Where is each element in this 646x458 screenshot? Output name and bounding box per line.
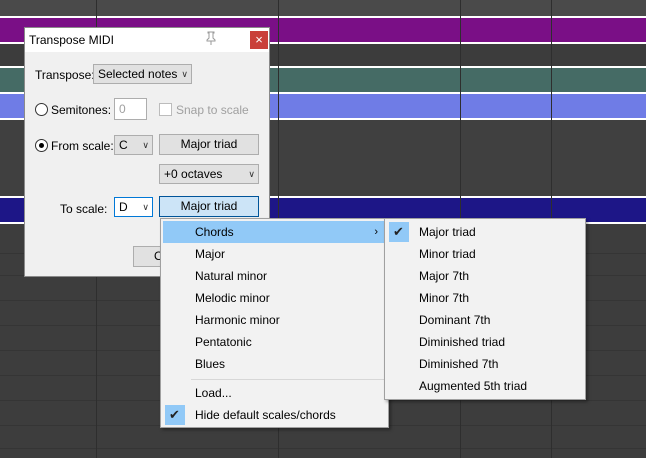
- semitones-label: Semitones:: [51, 103, 112, 117]
- snap-to-scale-label: Snap to scale: [176, 103, 249, 117]
- submenu-item-label: Major triad: [419, 225, 476, 239]
- submenu-item-label: Diminished triad: [419, 335, 506, 349]
- dialog-title: Transpose MIDI: [29, 33, 114, 47]
- submenu-item-label: Augmented 5th triad: [419, 379, 528, 393]
- submenu-item-augmented-5th-triad[interactable]: Augmented 5th triad: [387, 375, 583, 397]
- to-key-value: D: [119, 200, 128, 214]
- to-chord-button[interactable]: Major triad: [159, 196, 259, 217]
- menu-item-natural-minor[interactable]: Natural minor: [163, 265, 386, 287]
- octaves-value: +0 octaves: [164, 167, 223, 181]
- check-icon: ✔: [169, 407, 180, 422]
- menu-item-label: Natural minor: [195, 269, 268, 283]
- menu-item-label: Hide default scales/chords: [195, 408, 336, 422]
- submenu-item-label: Major 7th: [419, 269, 470, 283]
- title-bar[interactable]: Transpose MIDI ×: [25, 28, 269, 52]
- transpose-dropdown[interactable]: Selected notes ∨: [93, 64, 192, 84]
- submenu-item-label: Minor triad: [419, 247, 476, 261]
- radio-dot: [39, 143, 44, 148]
- menu-item-label: Pentatonic: [195, 335, 252, 349]
- submenu-item-label: Dominant 7th: [419, 313, 491, 327]
- scale-menu: Chords › Major Natural minor Melodic min…: [160, 218, 389, 428]
- submenu-item-major-triad[interactable]: ✔ Major triad: [387, 221, 583, 243]
- submenu-item-dominant-7th[interactable]: Dominant 7th: [387, 309, 583, 331]
- menu-separator: [191, 379, 384, 380]
- from-key-dropdown[interactable]: C ∨: [114, 135, 153, 155]
- menu-item-label: Major: [195, 247, 226, 261]
- submenu-item-label: Diminished 7th: [419, 357, 499, 371]
- menu-item-major[interactable]: Major: [163, 243, 386, 265]
- menu-item-label: Blues: [195, 357, 226, 371]
- pin-icon-graphic: [206, 31, 216, 45]
- from-chord-button[interactable]: Major triad: [159, 134, 259, 155]
- menu-item-pentatonic[interactable]: Pentatonic: [163, 331, 386, 353]
- chevron-right-icon: ›: [374, 226, 378, 238]
- from-key-value: C: [119, 138, 128, 152]
- pin-icon[interactable]: [202, 30, 220, 48]
- submenu-item-minor-triad[interactable]: Minor triad: [387, 243, 583, 265]
- chevron-down-icon: ∨: [142, 202, 149, 212]
- chevron-down-icon: ∨: [248, 169, 255, 179]
- from-scale-label: From scale:: [51, 139, 114, 153]
- to-scale-label: To scale:: [60, 202, 108, 216]
- menu-item-label: Melodic minor: [195, 291, 270, 305]
- semitones-radio[interactable]: [35, 103, 48, 116]
- submenu-item-diminished-7th[interactable]: Diminished 7th: [387, 353, 583, 375]
- semitones-input[interactable]: 0: [114, 98, 147, 120]
- menu-item-label: Load...: [195, 386, 232, 400]
- transpose-label: Transpose:: [35, 68, 95, 82]
- snap-to-scale-checkbox[interactable]: [159, 103, 172, 116]
- chevron-down-icon: ∨: [181, 69, 188, 79]
- submenu-item-major-7th[interactable]: Major 7th: [387, 265, 583, 287]
- from-scale-radio[interactable]: [35, 139, 48, 152]
- menu-item-hide-default[interactable]: ✔ Hide default scales/chords: [163, 404, 386, 426]
- menu-item-chords[interactable]: Chords ›: [163, 221, 386, 243]
- menu-item-label: Harmonic minor: [195, 313, 280, 327]
- menu-item-label: Chords: [195, 225, 234, 239]
- to-key-dropdown[interactable]: D ∨: [114, 197, 153, 217]
- semitones-value: 0: [119, 102, 126, 116]
- menu-item-blues[interactable]: Blues: [163, 353, 386, 375]
- close-button[interactable]: ×: [250, 31, 268, 49]
- transpose-value: Selected notes: [98, 67, 178, 81]
- submenu-item-diminished-triad[interactable]: Diminished triad: [387, 331, 583, 353]
- octaves-dropdown[interactable]: +0 octaves ∨: [159, 164, 259, 184]
- menu-item-melodic-minor[interactable]: Melodic minor: [163, 287, 386, 309]
- menu-item-harmonic-minor[interactable]: Harmonic minor: [163, 309, 386, 331]
- chords-submenu: ✔ Major triad Minor triad Major 7th Mino…: [384, 218, 586, 400]
- check-icon: ✔: [393, 224, 404, 239]
- menu-item-load[interactable]: Load...: [163, 382, 386, 404]
- submenu-item-label: Minor 7th: [419, 291, 470, 305]
- chevron-down-icon: ∨: [142, 140, 149, 150]
- submenu-item-minor-7th[interactable]: Minor 7th: [387, 287, 583, 309]
